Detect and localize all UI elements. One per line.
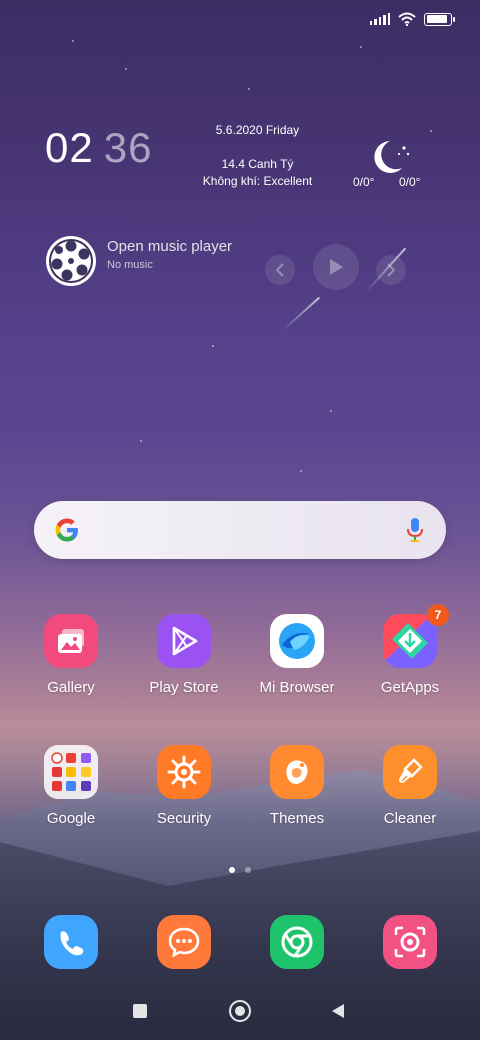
dock-messages[interactable] xyxy=(132,915,236,969)
app-getapps[interactable]: 7 GetApps xyxy=(358,604,462,696)
security-icon xyxy=(157,745,211,799)
app-play-store[interactable]: Play Store xyxy=(132,614,236,696)
camera-icon xyxy=(383,915,437,969)
cleaner-icon xyxy=(383,745,437,799)
lunar-date-text: 14.4 Canh Tý xyxy=(221,157,294,171)
navigation-bar xyxy=(0,996,480,1026)
google-search-bar[interactable] xyxy=(34,501,446,559)
app-label: GetApps xyxy=(380,679,440,696)
previous-button[interactable] xyxy=(265,255,295,285)
app-label: Security xyxy=(156,810,212,827)
play-icon xyxy=(330,259,343,275)
app-label: Google xyxy=(46,810,96,827)
previous-icon xyxy=(275,263,284,277)
play-store-icon xyxy=(157,614,211,668)
battery-icon xyxy=(424,12,455,26)
dock-phone[interactable] xyxy=(19,915,123,969)
date-text[interactable]: 5.6.2020 Friday xyxy=(185,123,330,137)
next-icon xyxy=(387,263,396,277)
notification-badge: 7 xyxy=(427,604,449,626)
music-disc-icon[interactable] xyxy=(44,234,98,288)
air-quality-text: Không khí: Excellent xyxy=(202,174,313,188)
page-dot-active xyxy=(229,867,235,873)
app-label: Themes xyxy=(269,810,325,827)
moon-stars-icon[interactable] xyxy=(368,138,412,176)
microphone-icon[interactable] xyxy=(406,517,424,543)
temperature-low: 0/0° xyxy=(353,175,375,189)
clock[interactable]: 02 36 xyxy=(45,124,152,172)
app-label: Mi Browser xyxy=(259,679,335,696)
next-button[interactable] xyxy=(376,255,406,285)
recents-button[interactable] xyxy=(133,1004,147,1018)
app-label: Play Store xyxy=(149,679,219,696)
app-security[interactable]: Security xyxy=(132,745,236,827)
app-label: Gallery xyxy=(47,679,95,696)
music-subtitle: No music xyxy=(107,259,153,271)
temperature-high: 0/0° xyxy=(399,175,421,189)
chrome-icon xyxy=(270,915,324,969)
status-bar xyxy=(369,12,455,26)
page-dot xyxy=(245,867,251,873)
phone-icon xyxy=(44,915,98,969)
home-button[interactable] xyxy=(229,1000,251,1022)
app-mi-browser[interactable]: Mi Browser xyxy=(245,614,349,696)
music-title[interactable]: Open music player xyxy=(107,238,232,255)
clock-minutes: 36 xyxy=(103,124,153,171)
back-button[interactable] xyxy=(330,1003,346,1019)
folder-google[interactable]: Google xyxy=(19,745,123,827)
app-gallery[interactable]: Gallery xyxy=(19,614,123,696)
app-label: Cleaner xyxy=(383,810,437,827)
play-button[interactable] xyxy=(313,244,359,290)
google-g-icon xyxy=(55,518,78,542)
dock-chrome[interactable] xyxy=(245,915,349,969)
mi-browser-icon xyxy=(270,614,324,668)
page-indicator xyxy=(229,867,251,873)
app-cleaner[interactable]: Cleaner xyxy=(358,745,462,827)
getapps-icon: 7 xyxy=(383,604,449,668)
wifi-icon xyxy=(398,12,416,26)
messages-icon xyxy=(157,915,211,969)
app-themes[interactable]: Themes xyxy=(245,745,349,827)
dock-camera[interactable] xyxy=(358,915,462,969)
gallery-icon xyxy=(44,614,98,668)
google-folder-icon xyxy=(44,745,98,799)
themes-icon xyxy=(270,745,324,799)
signal-icon xyxy=(369,13,390,25)
clock-hours: 02 xyxy=(45,124,94,171)
